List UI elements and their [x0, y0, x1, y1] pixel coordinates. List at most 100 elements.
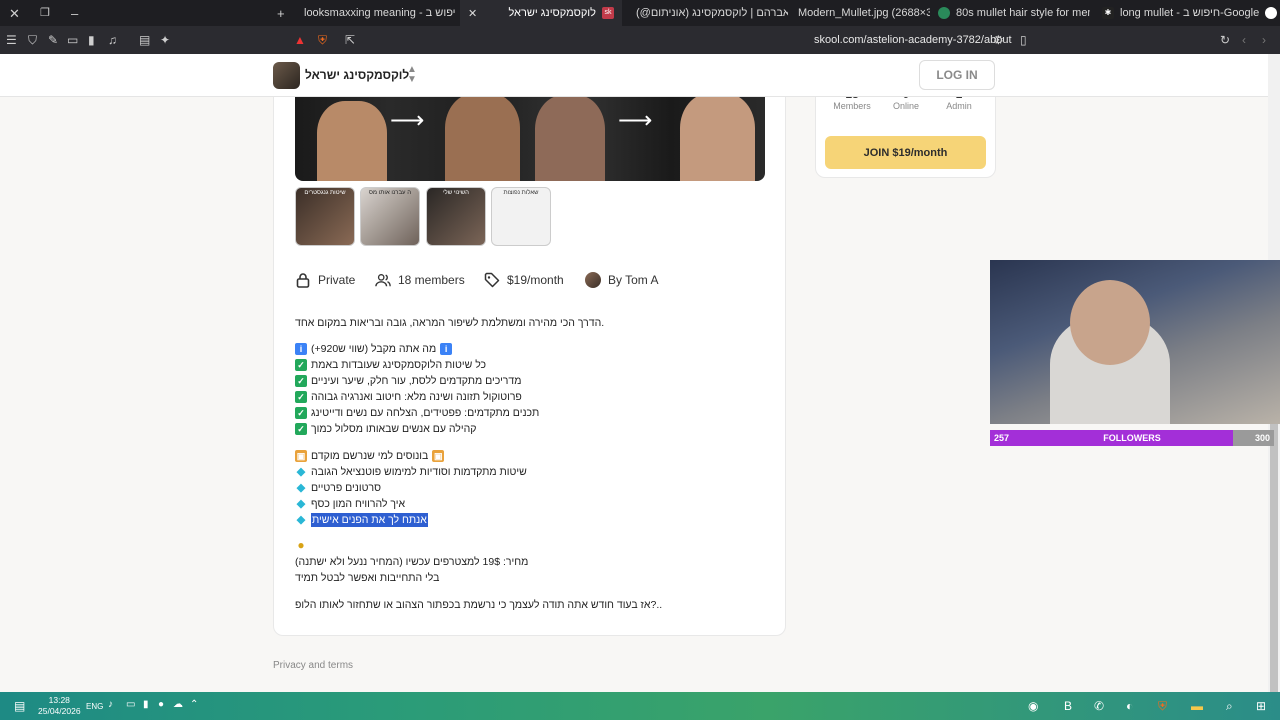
selected-text[interactable]: אנתח לך את הפנים אישית: [311, 513, 428, 527]
list-item: ✓ מדריכים מתקדמים ללסת, עור חלק, שיער וע…: [295, 374, 521, 388]
tab-title: תום אברהם | לוקסמקסינג (אוניתום@): [636, 7, 788, 19]
gallery-thumbnail[interactable]: שאלות נפוצות: [491, 187, 551, 246]
new-tab-icon[interactable]: +: [277, 6, 285, 21]
share-icon[interactable]: ⇱: [345, 33, 355, 47]
hero-figure: [535, 95, 605, 181]
url-field[interactable]: skool.com/astelion-academy-3782/about: [814, 34, 1012, 46]
mic-icon[interactable]: ●: [158, 699, 164, 710]
receive-heading: i מה אתה מקבל (שווי ש920+) i: [295, 342, 453, 356]
close-tab-icon[interactable]: ✕: [468, 7, 477, 20]
pen-icon[interactable]: ✎: [48, 33, 58, 47]
site-header: לוקסמקסינג ישראל ▲ ▼ LOG IN: [0, 54, 1268, 97]
list-item: ✓ כל שיטות הלוקסמקסינג שעובדות באמת: [295, 358, 486, 372]
gem-icon: ◆: [296, 514, 306, 526]
cloud-icon[interactable]: ☁: [173, 699, 183, 710]
gift-icon: ▣: [295, 450, 307, 462]
close-window-icon[interactable]: ✕: [9, 6, 20, 22]
tab-title: Modern_Mullet.jpg (2688×3372): [798, 7, 930, 19]
list-item-text: קהילה עם אנשים שבאותו מסלול כמוך: [311, 423, 477, 435]
music-icon[interactable]: ♫: [108, 33, 117, 47]
search-icon[interactable]: ⌕: [1226, 699, 1233, 714]
brave-shield-icon[interactable]: ⛨: [318, 33, 327, 48]
volume-icon[interactable]: ♪: [108, 699, 113, 710]
shield-icon[interactable]: ⛉: [28, 33, 37, 48]
brave-icon[interactable]: ⛨: [1158, 699, 1167, 714]
start-icon[interactable]: ⊞: [1256, 699, 1266, 713]
site-icon: ✱: [1102, 7, 1114, 19]
menu-icon[interactable]: ☰: [6, 33, 17, 47]
privacy-terms-link[interactable]: Privacy and terms: [273, 660, 353, 671]
price-text: $19/month: [507, 273, 564, 287]
admin-stat: 1 Admin: [933, 87, 985, 111]
webcam-overlay: [990, 260, 1280, 424]
gallery-thumbnail[interactable]: שיטות גנגסטרים: [295, 187, 355, 246]
obs-icon[interactable]: ◉: [1028, 699, 1038, 713]
network-icon[interactable]: ▭: [126, 699, 135, 710]
tab-0[interactable]: looksmaxxing meaning - חיפוש ב-Go: [296, 0, 456, 26]
stat-label: Admin: [946, 101, 972, 111]
checkmark-icon: ✓: [295, 359, 307, 371]
tab-2[interactable]: תום אברהם | לוקסמקסינג (אוניתום@) ♪: [628, 0, 788, 26]
tab-1[interactable]: ✕ לוקסמקסינג ישראל sk: [460, 0, 622, 26]
taskbar: ▤ 13:28 25/04/2026 ENG ♪ ▭ ▮ ● ☁ ⌃ ◉ B ✆…: [0, 692, 1280, 720]
restore-icon[interactable]: ❐: [40, 6, 50, 19]
app-icon[interactable]: B: [1064, 699, 1072, 713]
tab-5[interactable]: ✱ long mullet - חיפוש ב-Google: [1094, 0, 1280, 26]
info-icon: i: [440, 343, 453, 355]
clock[interactable]: 13:28 25/04/2026: [38, 695, 81, 717]
window-icon[interactable]: ▤: [139, 33, 150, 47]
discord-icon[interactable]: ◐: [1126, 699, 1133, 713]
bonus-heading: ▣ בונוסים למי שנרשם מוקדם ▣: [295, 449, 445, 463]
bookmark-icon[interactable]: ▯: [1020, 33, 1027, 47]
join-button[interactable]: JOIN $19/month: [825, 136, 986, 169]
clock-date: 25/04/2026: [38, 706, 81, 716]
alert-icon[interactable]: ▲: [294, 33, 306, 47]
site-settings-icon[interactable]: ⚙: [993, 33, 1004, 47]
list-item-text: סרטונים פרטיים: [311, 482, 381, 494]
author-meta[interactable]: By Tom A: [585, 272, 658, 288]
gallery-thumbnail[interactable]: ה עברנו אותו מס: [360, 187, 420, 246]
list-item-text: שיטות מתקדמות וסודיות למימוש פוטנציאל הג…: [311, 466, 527, 478]
browser-tab-bar: ✕ ❐ – + looksmaxxing meaning - חיפוש ב-G…: [0, 0, 1280, 26]
group-switcher-icon[interactable]: ▲ ▼: [407, 65, 417, 85]
tab-title: looksmaxxing meaning - חיפוש ב-Go: [304, 7, 456, 19]
whatsapp-icon[interactable]: ✆: [1094, 699, 1104, 713]
back-icon[interactable]: ‹: [1242, 33, 1246, 47]
show-hidden-icon[interactable]: ⌃: [190, 699, 198, 710]
closing-text: ..?אז בעוד חודש אתה תודה לעצמך כי נרשמת …: [295, 599, 663, 611]
group-avatar[interactable]: [273, 62, 300, 89]
reload-icon[interactable]: ↻: [1220, 33, 1230, 47]
tab-title: 80s mullet hair style for men, short in: [956, 7, 1090, 19]
language-indicator[interactable]: ENG: [86, 702, 103, 711]
extensions-icon[interactable]: ✦: [160, 33, 170, 47]
stat-label: Members: [833, 101, 871, 111]
list-item: ◆ איך להרוויח המון כסף: [295, 497, 405, 511]
gallery-thumbnail[interactable]: השינוי שלי: [426, 187, 486, 246]
list-item-text: פרוטוקול תזונה ושינה מלא: חיטוב ואנרגיה …: [311, 391, 522, 403]
hero-image[interactable]: ⟶ ⟶: [295, 90, 765, 181]
checkmark-icon: ✓: [295, 391, 307, 403]
privacy-text: Private: [318, 273, 356, 287]
login-button[interactable]: LOG IN: [919, 60, 995, 90]
privacy-meta: Private: [295, 272, 355, 288]
battery-icon[interactable]: ▮: [143, 699, 149, 710]
minimize-icon[interactable]: –: [71, 6, 78, 21]
notifications-icon[interactable]: ▤: [14, 699, 25, 713]
thumbnail-caption: השינוי שלי: [443, 190, 469, 196]
list-item-text: איך להרוויח המון כסף: [311, 498, 406, 510]
forward-icon[interactable]: ›: [1262, 33, 1266, 47]
tabs-icon[interactable]: ▭: [67, 33, 78, 47]
file-explorer-icon[interactable]: ▬: [1191, 699, 1203, 713]
members-text: 18 members: [398, 273, 465, 287]
tab-3[interactable]: Modern_Mullet.jpg (2688×3372): [790, 0, 930, 26]
bonus-heading-text: בונוסים למי שנרשם מוקדם: [311, 450, 429, 462]
author-text: By Tom A: [608, 273, 659, 287]
sidebar-icon[interactable]: ▮: [88, 33, 95, 47]
clock-time: 13:28: [48, 695, 70, 705]
group-name[interactable]: לוקסמקסינג ישראל: [305, 68, 409, 82]
list-item: ◆ שיטות מתקדמות וסודיות למימוש פוטנציאל …: [295, 465, 527, 479]
members-meta: 18 members: [375, 272, 465, 288]
tab-4[interactable]: 80s mullet hair style for men, short in: [930, 0, 1090, 26]
checkmark-icon: ✓: [295, 423, 307, 435]
closing-line: ..?אז בעוד חודש אתה תודה לעצמך כי נרשמת …: [295, 598, 662, 612]
